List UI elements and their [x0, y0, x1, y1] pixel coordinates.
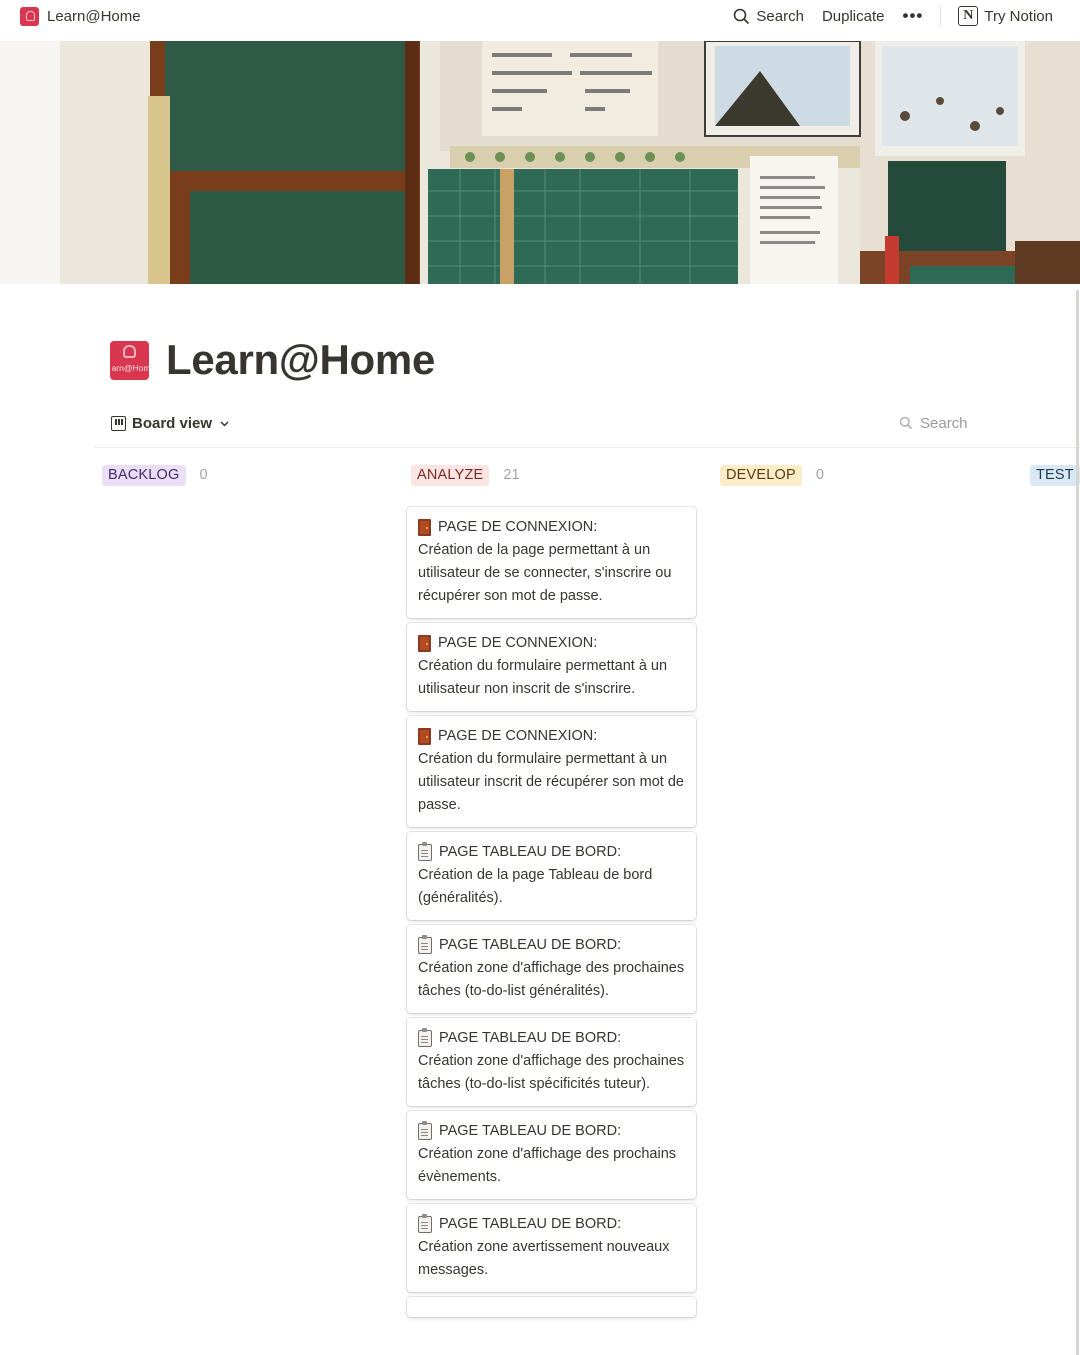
card-title: PAGE TABLEAU DE BORD: [439, 937, 622, 953]
board-card[interactable]: PAGE DE CONNEXION: Création du formulair… [407, 716, 696, 827]
door-icon [418, 728, 431, 745]
card-title: PAGE TABLEAU DE BORD: [439, 1123, 622, 1139]
clipboard-icon [418, 935, 432, 954]
card-title: PAGE DE CONNEXION: [438, 728, 598, 744]
cover-image [0, 41, 1080, 284]
board-card[interactable]: PAGE TABLEAU DE BORD: Création de la pag… [407, 832, 696, 920]
column-tag: DEVELOP [720, 464, 802, 486]
column-tag: ANALYZE [411, 464, 490, 486]
board-view-dropdown[interactable]: Board view [111, 412, 230, 434]
board-search-placeholder: Search [920, 414, 968, 432]
duplicate-button[interactable]: Duplicate [813, 5, 894, 27]
divider [940, 6, 942, 26]
column-count: 21 [503, 467, 520, 483]
breadcrumb-title: Learn@Home [47, 7, 141, 25]
column-header-test: TEST [1030, 464, 1080, 486]
clipboard-icon [418, 1028, 432, 1047]
clipboard-icon [418, 1214, 432, 1233]
door-icon [418, 635, 431, 652]
board-card[interactable]: PAGE TABLEAU DE BORD: Création zone d'af… [407, 1111, 696, 1199]
vertical-scrollbar[interactable] [1076, 290, 1079, 1355]
page-icon-glyph [123, 345, 136, 358]
search-label: Search [756, 7, 804, 25]
notion-logo-icon: N [958, 6, 979, 26]
card-description: Création zone d'affichage des prochaines… [418, 1053, 685, 1092]
topbar-actions: Search Duplicate ••• N Try Notion [724, 5, 1062, 27]
classroom-cover-illustration [0, 41, 1080, 284]
card-description: Création du formulaire permettant à un u… [418, 751, 684, 813]
clipboard-icon [418, 842, 432, 861]
card-description: Création de la page permettant à un util… [418, 542, 672, 604]
board-card[interactable]: PAGE TABLEAU DE BORD: Création zone aver… [407, 1204, 696, 1292]
column-header-analyze: ANALYZE 21 [411, 464, 520, 486]
door-icon [418, 519, 431, 536]
try-notion-label: Try Notion [984, 7, 1053, 25]
board-card[interactable]: PAGE TABLEAU DE BORD: Création zone d'af… [407, 1018, 696, 1106]
chevron-down-icon [220, 420, 229, 427]
view-bar: Board view Search [94, 404, 1080, 448]
more-options-button[interactable]: ••• [894, 5, 933, 27]
board-card[interactable] [407, 1297, 696, 1317]
column-tag: BACKLOG [102, 464, 186, 486]
try-notion-button[interactable]: N Try Notion [949, 5, 1062, 27]
board-view-label: Board view [132, 414, 213, 432]
card-description: Création zone d'affichage des prochains … [418, 1146, 677, 1185]
page-logo-icon [20, 6, 39, 26]
column-header-develop: DEVELOP 0 [720, 464, 824, 486]
column-header-backlog: BACKLOG 0 [102, 464, 208, 486]
clipboard-icon [418, 1121, 432, 1140]
column-count: 0 [815, 467, 824, 483]
board-card[interactable]: PAGE TABLEAU DE BORD: Création zone d'af… [407, 925, 696, 1013]
board-card[interactable]: PAGE DE CONNEXION: Création du formulair… [407, 623, 696, 711]
column-count: 0 [199, 467, 208, 483]
card-description: Création zone avertissement nouveaux mes… [418, 1239, 670, 1278]
card-description: Création de la page Tableau de bord (gén… [418, 867, 653, 906]
card-title: PAGE TABLEAU DE BORD: [439, 1030, 622, 1046]
page-title: Learn@Home [166, 336, 436, 383]
board-card[interactable]: PAGE DE CONNEXION: Création de la page p… [407, 507, 696, 618]
breadcrumb[interactable]: Learn@Home [20, 6, 141, 26]
analyze-column-cards: PAGE DE CONNEXION: Création de la page p… [407, 507, 696, 1322]
card-title: PAGE TABLEAU DE BORD: [439, 1216, 622, 1232]
page-icon: arn@Hom [110, 341, 149, 380]
column-tag: TEST [1030, 464, 1080, 486]
page-icon-text: arn@Hom [111, 363, 149, 373]
search-icon [899, 416, 913, 430]
card-title: PAGE DE CONNEXION: [438, 519, 598, 535]
duplicate-label: Duplicate [821, 7, 885, 25]
card-description: Création du formulaire permettant à un u… [418, 658, 668, 697]
card-title: PAGE TABLEAU DE BORD: [439, 844, 622, 860]
card-title: PAGE DE CONNEXION: [438, 635, 598, 651]
board-search[interactable]: Search [899, 412, 968, 434]
card-description: Création zone d'affichage des prochaines… [418, 960, 685, 999]
top-bar: Learn@Home Search Duplicate ••• N Try No… [0, 0, 1080, 40]
board-view-icon [111, 415, 126, 431]
search-icon [734, 8, 750, 24]
search-button[interactable]: Search [724, 5, 813, 27]
